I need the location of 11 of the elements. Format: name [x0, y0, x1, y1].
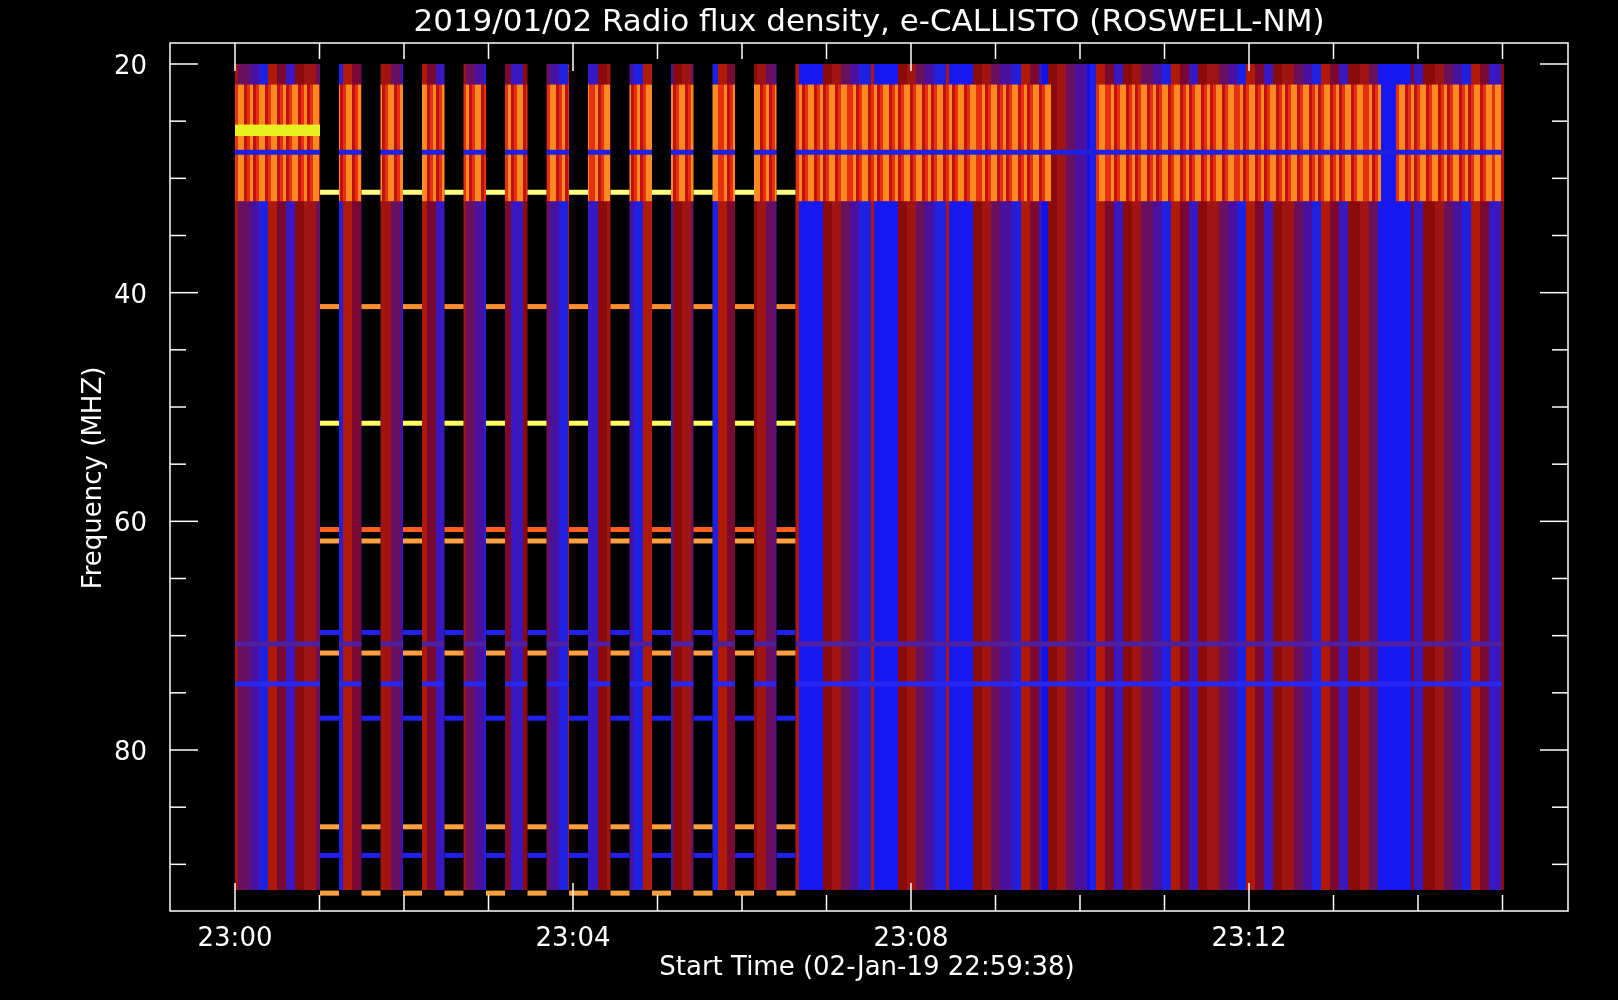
x-tick-label: 23:08 [873, 922, 949, 952]
x-axis-label: Start Time (02-Jan-19 22:59:38) [659, 951, 1075, 981]
y-tick-label: 40 [113, 278, 147, 309]
x-tick-label: 23:12 [1211, 922, 1287, 952]
y-tick-label: 20 [113, 50, 147, 80]
x-tick-label: 23:00 [197, 922, 273, 952]
y-tick-label: 80 [113, 736, 147, 766]
y-tick-label: 60 [113, 507, 147, 538]
x-tick-label: 23:04 [535, 922, 611, 952]
chart-title: 2019/01/02 Radio flux density, e-CALLISTO (ROSWELL-NM) [413, 2, 1325, 38]
y-axis-label: Frequency (MHZ) [77, 366, 107, 590]
